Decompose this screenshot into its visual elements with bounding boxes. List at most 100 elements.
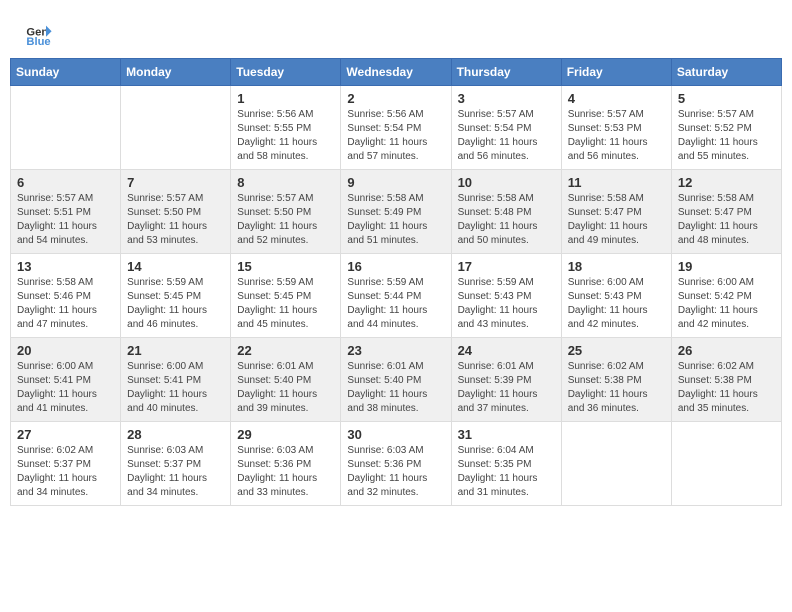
- calendar-cell: 1 Sunrise: 5:56 AM Sunset: 5:55 PM Daylig…: [231, 86, 341, 170]
- cell-content: Sunrise: 5:58 AM Sunset: 5:47 PM Dayligh…: [568, 192, 665, 248]
- calendar-header-row: SundayMondayTuesdayWednesdayThursdayFrid…: [11, 59, 782, 86]
- day-number: 10: [458, 175, 555, 190]
- page-header: Gen Blue: [10, 10, 782, 53]
- calendar-cell: 27 Sunrise: 6:02 AM Sunset: 5:37 PM Dayli…: [11, 422, 121, 506]
- calendar-cell: 23 Sunrise: 6:01 AM Sunset: 5:40 PM Dayli…: [341, 338, 451, 422]
- cell-content: Sunrise: 5:59 AM Sunset: 5:45 PM Dayligh…: [237, 276, 334, 332]
- calendar-cell: [121, 86, 231, 170]
- day-number: 4: [568, 91, 665, 106]
- day-number: 23: [347, 343, 444, 358]
- calendar-cell: 21 Sunrise: 6:00 AM Sunset: 5:41 PM Dayli…: [121, 338, 231, 422]
- calendar-cell: 31Sunrise: 6:04 AM Sunset: 5:35 PM Dayli…: [451, 422, 561, 506]
- calendar-cell: 14Sunrise: 5:59 AM Sunset: 5:45 PM Dayli…: [121, 254, 231, 338]
- day-number: 19: [678, 259, 775, 274]
- calendar-cell: 15 Sunrise: 5:59 AM Sunset: 5:45 PM Dayli…: [231, 254, 341, 338]
- cell-content: Sunrise: 6:02 AM Sunset: 5:38 PM Dayligh…: [568, 360, 665, 416]
- day-number: 8: [237, 175, 334, 190]
- day-number: 22: [237, 343, 334, 358]
- calendar-cell: [11, 86, 121, 170]
- day-number: 14: [127, 259, 224, 274]
- day-number: 25: [568, 343, 665, 358]
- cell-content: Sunrise: 6:03 AM Sunset: 5:36 PM Dayligh…: [237, 444, 334, 500]
- cell-content: Sunrise: 6:00 AM Sunset: 5:42 PM Dayligh…: [678, 276, 775, 332]
- cell-content: Sunrise: 6:00 AM Sunset: 5:43 PM Dayligh…: [568, 276, 665, 332]
- cell-content: Sunrise: 6:04 AM Sunset: 5:35 PM Dayligh…: [458, 444, 555, 500]
- calendar-cell: 24 Sunrise: 6:01 AM Sunset: 5:39 PM Dayli…: [451, 338, 561, 422]
- cell-content: Sunrise: 5:57 AM Sunset: 5:53 PM Dayligh…: [568, 108, 665, 164]
- calendar-week-row: 27 Sunrise: 6:02 AM Sunset: 5:37 PM Dayli…: [11, 422, 782, 506]
- calendar-table: SundayMondayTuesdayWednesdayThursdayFrid…: [10, 58, 782, 506]
- calendar-week-row: 6Sunrise: 5:57 AM Sunset: 5:51 PM Daylig…: [11, 170, 782, 254]
- day-number: 21: [127, 343, 224, 358]
- cell-content: Sunrise: 6:02 AM Sunset: 5:38 PM Dayligh…: [678, 360, 775, 416]
- cell-content: Sunrise: 5:58 AM Sunset: 5:47 PM Dayligh…: [678, 192, 775, 248]
- day-number: 18: [568, 259, 665, 274]
- cell-content: Sunrise: 5:58 AM Sunset: 5:48 PM Dayligh…: [458, 192, 555, 248]
- cell-content: Sunrise: 6:01 AM Sunset: 5:40 PM Dayligh…: [237, 360, 334, 416]
- calendar-cell: 18 Sunrise: 6:00 AM Sunset: 5:43 PM Dayli…: [561, 254, 671, 338]
- svg-text:Blue: Blue: [26, 36, 50, 48]
- day-header-monday: Monday: [121, 59, 231, 86]
- cell-content: Sunrise: 5:58 AM Sunset: 5:46 PM Dayligh…: [17, 276, 114, 332]
- calendar-cell: 19 Sunrise: 6:00 AM Sunset: 5:42 PM Dayli…: [671, 254, 781, 338]
- cell-content: Sunrise: 6:00 AM Sunset: 5:41 PM Dayligh…: [17, 360, 114, 416]
- day-number: 2: [347, 91, 444, 106]
- day-header-friday: Friday: [561, 59, 671, 86]
- day-header-tuesday: Tuesday: [231, 59, 341, 86]
- day-number: 5: [678, 91, 775, 106]
- day-number: 12: [678, 175, 775, 190]
- cell-content: Sunrise: 5:57 AM Sunset: 5:54 PM Dayligh…: [458, 108, 555, 164]
- day-number: 9: [347, 175, 444, 190]
- cell-content: Sunrise: 6:02 AM Sunset: 5:37 PM Dayligh…: [17, 444, 114, 500]
- day-header-sunday: Sunday: [11, 59, 121, 86]
- day-number: 20: [17, 343, 114, 358]
- calendar-cell: 16Sunrise: 5:59 AM Sunset: 5:44 PM Dayli…: [341, 254, 451, 338]
- day-header-saturday: Saturday: [671, 59, 781, 86]
- day-number: 15: [237, 259, 334, 274]
- day-number: 28: [127, 427, 224, 442]
- day-number: 16: [347, 259, 444, 274]
- cell-content: Sunrise: 6:01 AM Sunset: 5:39 PM Dayligh…: [458, 360, 555, 416]
- cell-content: Sunrise: 6:01 AM Sunset: 5:40 PM Dayligh…: [347, 360, 444, 416]
- calendar-cell: 12 Sunrise: 5:58 AM Sunset: 5:47 PM Dayli…: [671, 170, 781, 254]
- calendar-cell: [671, 422, 781, 506]
- calendar-cell: 30Sunrise: 6:03 AM Sunset: 5:36 PM Dayli…: [341, 422, 451, 506]
- cell-content: Sunrise: 5:57 AM Sunset: 5:51 PM Dayligh…: [17, 192, 114, 248]
- calendar-cell: 9Sunrise: 5:58 AM Sunset: 5:49 PM Daylig…: [341, 170, 451, 254]
- cell-content: Sunrise: 6:00 AM Sunset: 5:41 PM Dayligh…: [127, 360, 224, 416]
- calendar-cell: 28 Sunrise: 6:03 AM Sunset: 5:37 PM Dayli…: [121, 422, 231, 506]
- calendar-cell: 29 Sunrise: 6:03 AM Sunset: 5:36 PM Dayli…: [231, 422, 341, 506]
- calendar-cell: 26 Sunrise: 6:02 AM Sunset: 5:38 PM Dayli…: [671, 338, 781, 422]
- day-number: 11: [568, 175, 665, 190]
- cell-content: Sunrise: 6:03 AM Sunset: 5:37 PM Dayligh…: [127, 444, 224, 500]
- calendar-cell: 4 Sunrise: 5:57 AM Sunset: 5:53 PM Daylig…: [561, 86, 671, 170]
- calendar-week-row: 1 Sunrise: 5:56 AM Sunset: 5:55 PM Daylig…: [11, 86, 782, 170]
- calendar-cell: 20 Sunrise: 6:00 AM Sunset: 5:41 PM Dayli…: [11, 338, 121, 422]
- logo-icon: Gen Blue: [25, 20, 53, 48]
- day-number: 13: [17, 259, 114, 274]
- calendar-cell: 7Sunrise: 5:57 AM Sunset: 5:50 PM Daylig…: [121, 170, 231, 254]
- day-number: 27: [17, 427, 114, 442]
- calendar-cell: 25 Sunrise: 6:02 AM Sunset: 5:38 PM Dayli…: [561, 338, 671, 422]
- cell-content: Sunrise: 5:57 AM Sunset: 5:50 PM Dayligh…: [127, 192, 224, 248]
- calendar-cell: 13 Sunrise: 5:58 AM Sunset: 5:46 PM Dayli…: [11, 254, 121, 338]
- calendar-week-row: 13 Sunrise: 5:58 AM Sunset: 5:46 PM Dayli…: [11, 254, 782, 338]
- day-number: 29: [237, 427, 334, 442]
- cell-content: Sunrise: 5:57 AM Sunset: 5:50 PM Dayligh…: [237, 192, 334, 248]
- cell-content: Sunrise: 6:03 AM Sunset: 5:36 PM Dayligh…: [347, 444, 444, 500]
- calendar-cell: 5Sunrise: 5:57 AM Sunset: 5:52 PM Daylig…: [671, 86, 781, 170]
- day-number: 24: [458, 343, 555, 358]
- cell-content: Sunrise: 5:56 AM Sunset: 5:55 PM Dayligh…: [237, 108, 334, 164]
- day-number: 1: [237, 91, 334, 106]
- calendar-cell: 22 Sunrise: 6:01 AM Sunset: 5:40 PM Dayli…: [231, 338, 341, 422]
- logo: Gen Blue: [25, 20, 57, 48]
- calendar-cell: 6Sunrise: 5:57 AM Sunset: 5:51 PM Daylig…: [11, 170, 121, 254]
- day-header-thursday: Thursday: [451, 59, 561, 86]
- day-header-wednesday: Wednesday: [341, 59, 451, 86]
- calendar-cell: 11 Sunrise: 5:58 AM Sunset: 5:47 PM Dayli…: [561, 170, 671, 254]
- day-number: 3: [458, 91, 555, 106]
- calendar-cell: 2Sunrise: 5:56 AM Sunset: 5:54 PM Daylig…: [341, 86, 451, 170]
- day-number: 17: [458, 259, 555, 274]
- day-number: 26: [678, 343, 775, 358]
- calendar-cell: [561, 422, 671, 506]
